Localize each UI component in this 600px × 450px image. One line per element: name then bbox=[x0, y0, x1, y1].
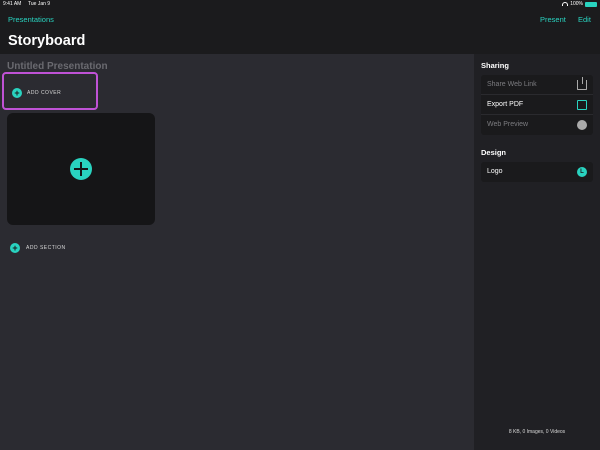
add-cover-button[interactable]: + ADD COVER bbox=[2, 72, 98, 110]
cover-placeholder-card[interactable] bbox=[7, 113, 155, 225]
presentation-title[interactable]: Untitled Presentation bbox=[7, 61, 108, 72]
add-cover-label: ADD COVER bbox=[27, 90, 62, 96]
add-section-label: ADD SECTION bbox=[26, 245, 66, 251]
pdf-icon bbox=[577, 100, 587, 110]
add-section-plus-icon: + bbox=[10, 243, 20, 253]
status-indicators: 100% bbox=[562, 1, 597, 7]
wifi-icon bbox=[562, 2, 569, 6]
add-cover-plus-icon: + bbox=[12, 88, 22, 98]
share-web-link-label: Share Web Link bbox=[487, 81, 537, 88]
status-time: 9:41 AM bbox=[3, 1, 22, 7]
status-bar: 9:41 AM Tue Jan 9 100% bbox=[0, 0, 600, 9]
share-web-link-row[interactable]: Share Web Link bbox=[481, 75, 593, 95]
logo-icon: L bbox=[577, 167, 587, 177]
battery-icon bbox=[585, 1, 597, 7]
presentations-back-button[interactable]: Presentations bbox=[8, 15, 54, 24]
page-title: Storyboard bbox=[8, 33, 86, 49]
export-pdf-label: Export PDF bbox=[487, 101, 524, 108]
storage-summary: 8 KB, 0 Images, 0 Videos bbox=[508, 429, 566, 435]
design-header: Design bbox=[481, 148, 507, 157]
storyboard-main: Untitled Presentation + ADD COVER + ADD … bbox=[0, 54, 474, 450]
web-preview-row[interactable]: Web Preview bbox=[481, 115, 593, 135]
sharing-header: Sharing bbox=[481, 61, 509, 70]
compass-icon bbox=[577, 120, 587, 130]
status-date: Tue Jan 9 bbox=[28, 1, 51, 7]
sidebar: Sharing Share Web Link Export PDF Web Pr… bbox=[474, 54, 600, 450]
present-button[interactable]: Present bbox=[540, 15, 566, 24]
web-preview-label: Web Preview bbox=[487, 121, 529, 128]
logo-label: Logo bbox=[487, 168, 503, 175]
battery-percent: 100% bbox=[570, 1, 583, 7]
edit-button[interactable]: Edit bbox=[578, 15, 591, 24]
share-icon bbox=[577, 77, 587, 90]
logo-row[interactable]: Logo L bbox=[481, 162, 593, 182]
add-cover-large-plus-icon[interactable] bbox=[70, 158, 92, 180]
navigation-bar: Presentations Present Edit Storyboard bbox=[0, 9, 600, 54]
sharing-group: Share Web Link Export PDF Web Preview bbox=[481, 75, 593, 135]
design-group: Logo L bbox=[481, 162, 593, 182]
add-section-button[interactable]: + ADD SECTION bbox=[7, 242, 107, 254]
export-pdf-row[interactable]: Export PDF bbox=[481, 95, 593, 115]
